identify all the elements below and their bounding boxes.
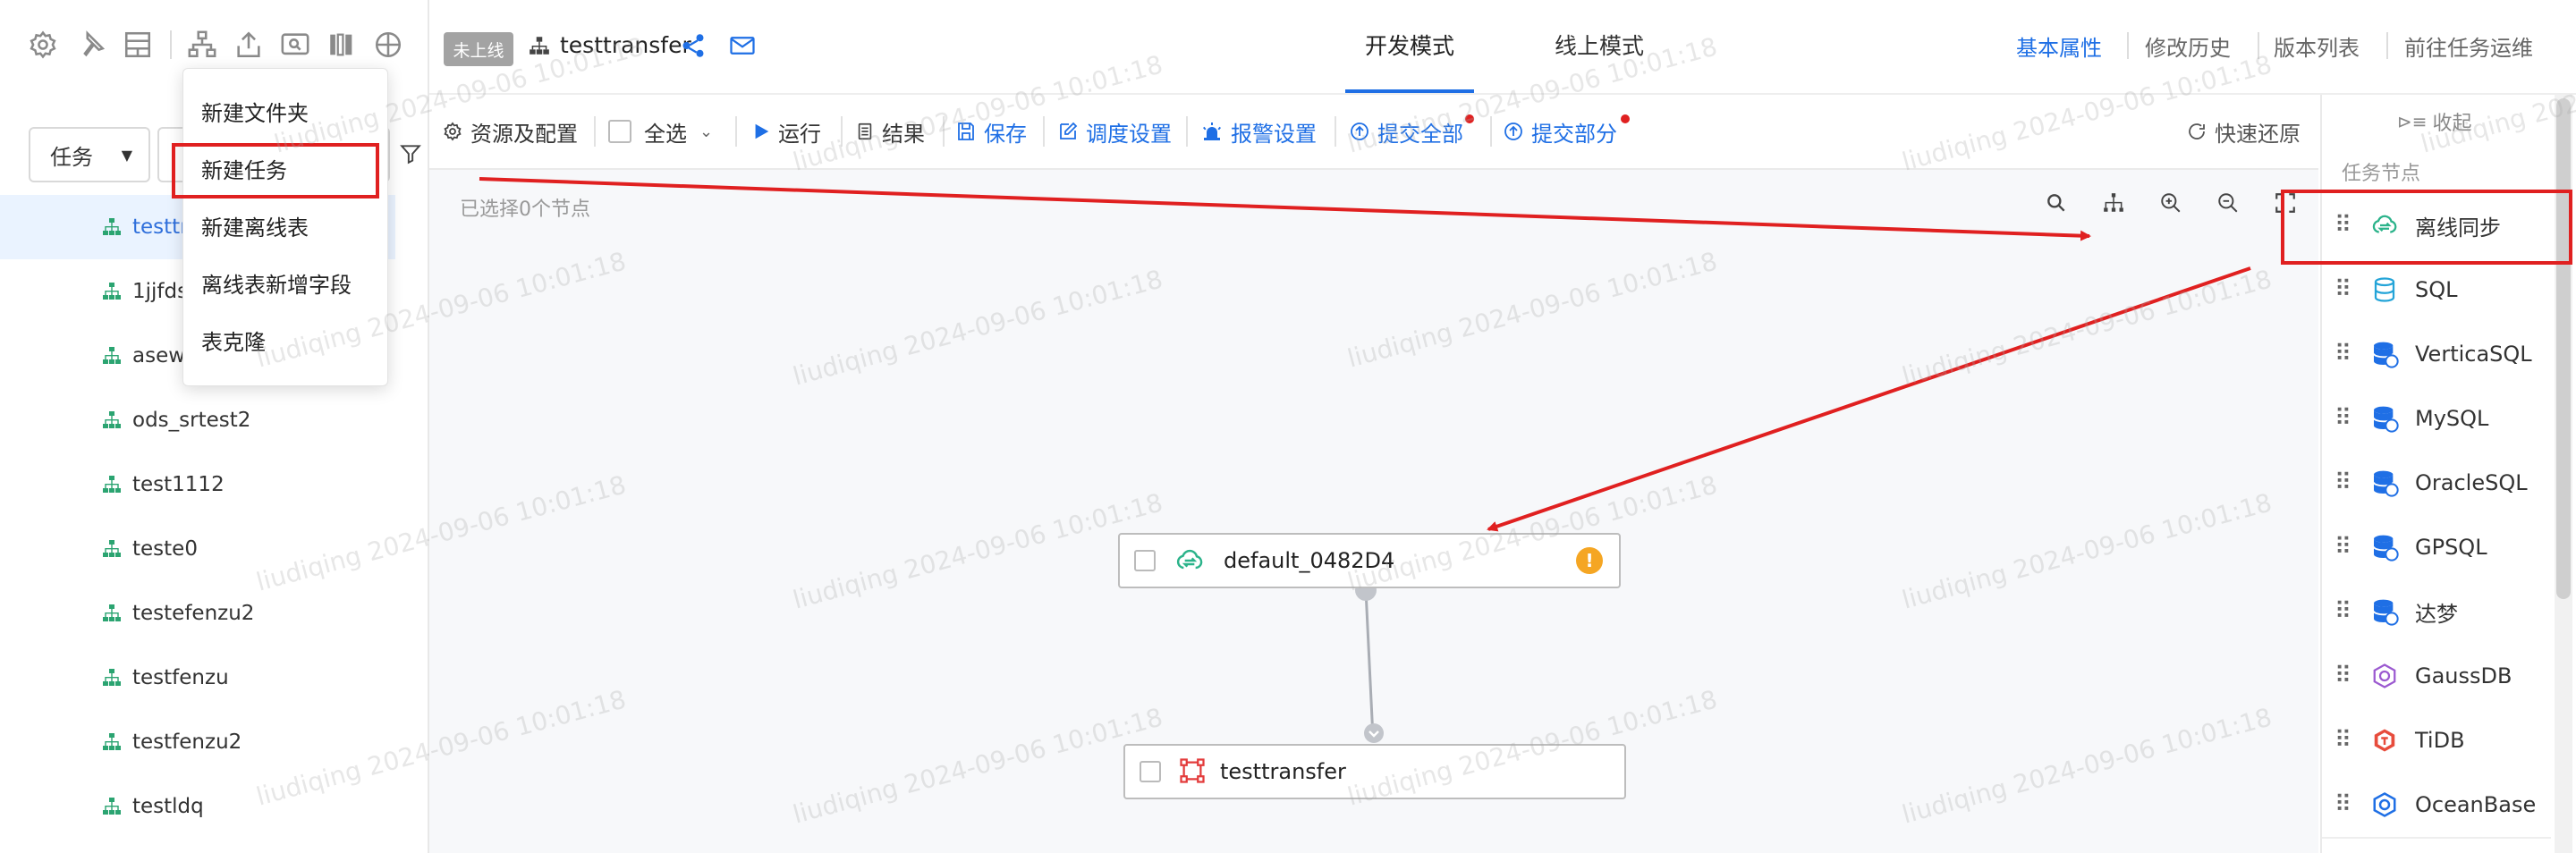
arrow-to-canvas (479, 177, 2091, 241)
arrow-to-node (1487, 266, 2251, 532)
annotation-arrows (479, 177, 2251, 532)
